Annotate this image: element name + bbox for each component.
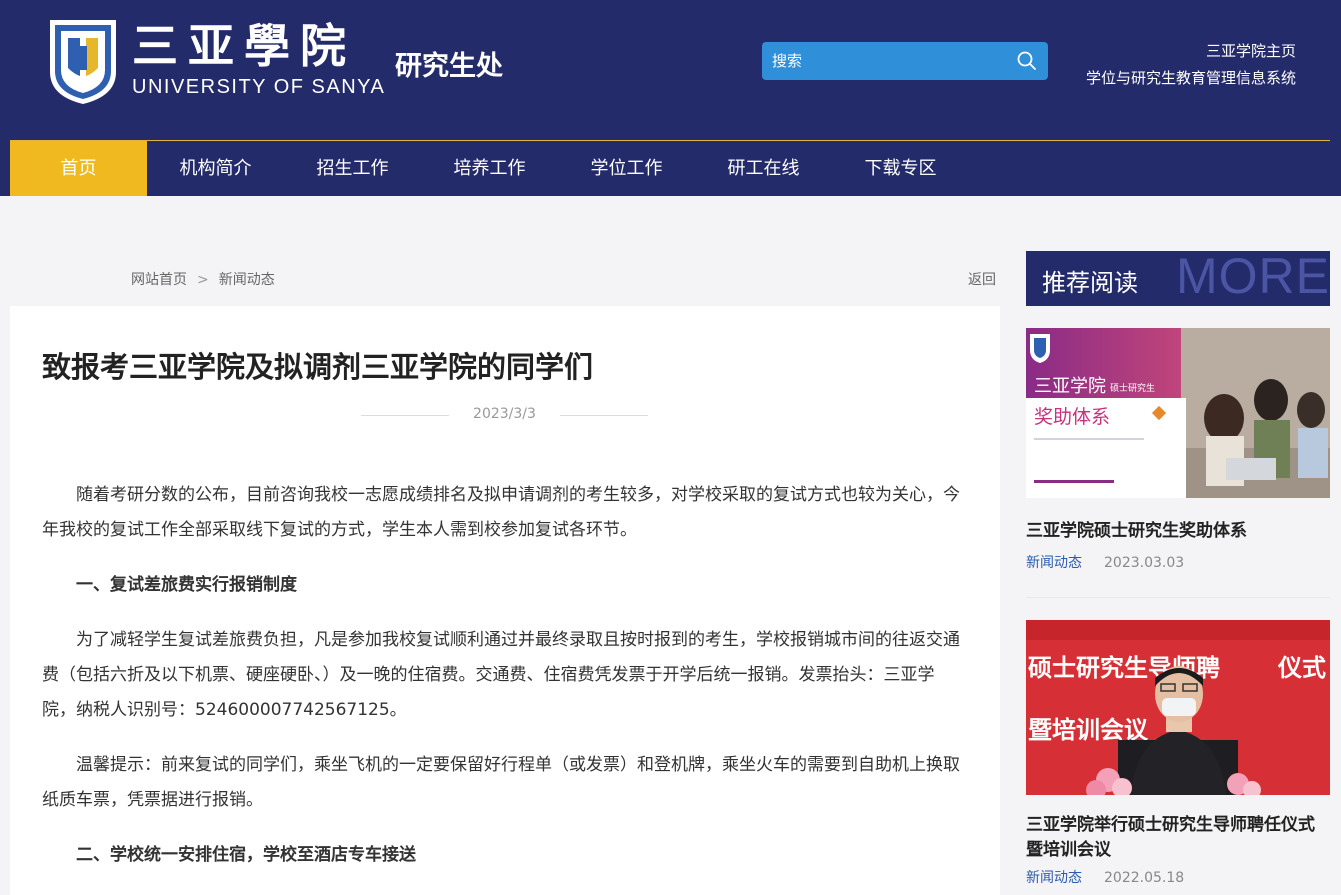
nav-admissions[interactable]: 招生工作 [284,141,421,196]
card-date: 2022.05.18 [1104,870,1185,886]
logo-english-name: UNIVERSITY OF SANYA [132,76,386,98]
article-paragraph: 为了减轻学生复试差旅费负担，凡是参加我校复试顺利通过并最终录取且按时报到的考生，… [42,630,960,720]
recommended-title: 推荐阅读 [1042,269,1138,297]
article-date: 2023/3/3 [473,406,536,422]
article-date-row: 2023/3/3 [361,406,648,426]
card-meta: 新闻动态 2022.05.18 [1026,867,1184,887]
card-category[interactable]: 新闻动态 [1026,555,1082,571]
link-degree-system[interactable]: 学位与研究生教育管理信息系统 [1086,65,1296,92]
nav-degree[interactable]: 学位工作 [558,141,695,196]
nav-training[interactable]: 培养工作 [421,141,558,196]
back-link[interactable]: 返回 [968,269,996,289]
card-thumbnail[interactable]: 三亚学院 硕士研究生 奖助体系 [1026,328,1330,498]
article-paragraph: 温馨提示：前来复试的同学们，乘坐飞机的一定要保留好行程单（或发票）和登机牌，乘坐… [42,755,960,810]
site-logo[interactable]: 三亚學院 UNIVERSITY OF SANYA [46,16,384,106]
card-meta: 新闻动态 2023.03.03 [1026,552,1184,572]
card-image-scholarship: 三亚学院 硕士研究生 奖助体系 [1026,328,1330,498]
search-box [762,42,1048,80]
breadcrumb: 网站首页 > 新闻动态 [131,269,275,289]
breadcrumb-current[interactable]: 新闻动态 [219,272,275,288]
more-link[interactable]: MORE [1176,251,1330,305]
nav-downloads[interactable]: 下载专区 [832,141,969,196]
date-divider-right [560,415,648,416]
search-input[interactable] [772,51,1002,71]
card-image-text: 三亚学院 [1034,376,1106,397]
card-title[interactable]: 三亚学院举行硕士研究生导师聘任仪式暨培训会议 [1026,813,1330,863]
card-thumbnail[interactable]: 硕士研究生导师聘 仪式 暨培训会议 [1026,620,1330,795]
article-paragraph: 随着考研分数的公布，目前咨询我校一志愿成绩排名及拟申请调剂的考生较多，对学校采取… [42,485,960,540]
university-seal-icon [50,20,116,104]
nav-online[interactable]: 研工在线 [695,141,832,196]
top-links: 三亚学院主页 学位与研究生教育管理信息系统 [1086,38,1296,92]
card-image-text: 奖助体系 [1034,406,1110,428]
card-image-text: 仪式 [1277,654,1326,682]
recommended-header: 推荐阅读 MORE [1026,251,1330,306]
article-panel: 致报考三亚学院及拟调剂三亚学院的同学们 2023/3/3 随着考研分数的公布，目… [10,306,1000,895]
card-image-text: 暨培训会议 [1028,716,1149,744]
site-header: 三亚學院 UNIVERSITY OF SANYA 研究生处 三亚学院主页 学位与… [0,0,1341,196]
breadcrumb-separator: > [197,272,209,288]
card-image-ceremony: 硕士研究生导师聘 仪式 暨培训会议 [1026,620,1330,795]
card-divider [1026,597,1330,598]
main-nav: 首页 机构简介 招生工作 培养工作 学位工作 研工在线 下载专区 [10,141,969,196]
link-university-home[interactable]: 三亚学院主页 [1086,38,1296,65]
card-title[interactable]: 三亚学院硕士研究生奖助体系 [1026,519,1330,544]
card-category[interactable]: 新闻动态 [1026,870,1082,886]
article-body: 随着考研分数的公布，目前咨询我校一志愿成绩排名及拟申请调剂的考生较多，对学校采取… [42,478,967,893]
article-section-heading: 一、复试差旅费实行报销制度 [76,575,297,595]
logo-chinese-name: 三亚學院 [132,19,356,73]
article-section-heading: 二、学校统一安排住宿，学校至酒店专车接送 [76,845,416,865]
search-icon[interactable] [1016,50,1038,72]
card-image-text: 硕士研究生 [1110,382,1155,394]
breadcrumb-home[interactable]: 网站首页 [131,272,187,288]
article-title: 致报考三亚学院及拟调剂三亚学院的同学们 [42,350,594,384]
card-date: 2023.03.03 [1104,555,1185,571]
nav-about[interactable]: 机构简介 [147,141,284,196]
department-name: 研究生处 [395,51,503,82]
nav-home[interactable]: 首页 [10,141,147,196]
